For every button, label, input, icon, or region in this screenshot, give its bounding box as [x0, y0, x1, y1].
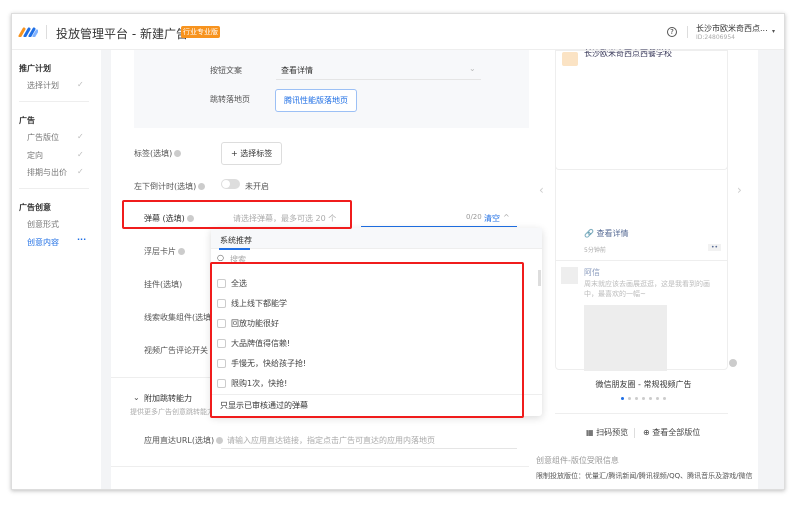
widget-label: 挂件(选填): [144, 280, 183, 289]
app-url-input[interactable]: 请输入应用直达链接，指定点击广告可直达的应用内落地页: [227, 435, 435, 446]
carousel-dot[interactable]: [628, 397, 631, 400]
carousel-dot[interactable]: [642, 397, 645, 400]
edition-badge: 行业专业版: [181, 26, 220, 38]
search-icon: ○: [217, 253, 224, 262]
page-title: 投放管理平台 - 新建广告: [56, 27, 188, 41]
limits-title: 创意组件-版位受限信息: [536, 456, 619, 465]
sidebar-item-creative-content[interactable]: 创意内容: [27, 237, 59, 248]
danmu-count: 0/20: [466, 213, 482, 221]
app-window: 投放管理平台 - 新建广告 行业专业版 ? 长沙市欧米奇西点... ID:248…: [11, 13, 785, 490]
chevron-down-icon: ⌄: [469, 64, 476, 73]
extra-jump-desc: 提供更多广告创意跳转能力: [130, 408, 214, 416]
all-positions-button[interactable]: ⊕ 查看全部版位: [643, 427, 700, 438]
more-icon[interactable]: ···: [77, 235, 86, 244]
friend-text: 中，最喜欢的一幅~: [584, 290, 646, 298]
carousel-dot[interactable]: [649, 397, 652, 400]
carousel-dot[interactable]: [663, 397, 666, 400]
scrollbar[interactable]: [538, 270, 541, 286]
sidebar: 推广计划 选择计划 ✓ 广告 广告版位 ✓ 定向 ✓ 排期与出价 ✓ 广告创意 …: [12, 50, 101, 489]
tab-system-recommend[interactable]: 系统推荐: [220, 235, 252, 246]
extra-jump-title[interactable]: 附加跳转能力: [144, 393, 192, 404]
info-icon: [198, 183, 206, 190]
carousel-dot[interactable]: [656, 397, 659, 400]
sidebar-item-creative-form[interactable]: 创意形式: [27, 219, 59, 230]
friend-image: [584, 305, 667, 371]
carousel-dots: [529, 397, 758, 400]
friend-text: 周末就应该去画展逛逛，这是我看到的画: [584, 280, 710, 288]
lead-label-text: 线索收集组件(选填): [144, 313, 215, 322]
chevron-down-icon[interactable]: ▾: [772, 28, 775, 35]
info-icon: [216, 437, 224, 444]
check-icon: ✓: [77, 150, 84, 159]
info-icon: [178, 248, 185, 255]
check-icon: ✓: [77, 167, 84, 176]
sidebar-item-select-plan[interactable]: 选择计划: [27, 80, 59, 91]
chevron-down-icon[interactable]: ⌄: [133, 393, 140, 402]
countdown-label: 左下倒计时(选填): [134, 181, 206, 192]
countdown-toggle[interactable]: [221, 179, 240, 189]
carousel-dot[interactable]: [635, 397, 638, 400]
button-text-select[interactable]: 查看详情: [281, 65, 313, 76]
chevron-left-icon[interactable]: ‹: [539, 183, 544, 197]
float-card-label: 浮层卡片: [144, 246, 185, 257]
landing-label: 跳转落地页: [210, 95, 250, 104]
app-url-label-text: 应用直达URL(选填): [144, 436, 215, 445]
tag-label-text: 标签(选填): [134, 149, 173, 158]
app-url-label: 应用直达URL(选填): [144, 435, 224, 446]
help-icon[interactable]: [729, 359, 737, 367]
check-icon: ✓: [77, 132, 84, 141]
account-id: ID:24806954: [696, 34, 735, 41]
account-name[interactable]: 长沙市欧米奇西点...: [696, 23, 768, 34]
chevron-up-icon[interactable]: ^: [503, 213, 510, 222]
preview-panel: ‹ › 长沙欧米奇西点西餐学校 🔗 查看详情 5分钟前 •• 阿信 周末就应该去…: [529, 49, 758, 489]
header: 投放管理平台 - 新建广告 行业专业版 ? 长沙市欧米奇西点... ID:248…: [12, 14, 784, 50]
sidebar-item-schedule[interactable]: 排期与出价: [27, 167, 67, 178]
landing-page-button[interactable]: 腾讯性能版落地页: [275, 89, 357, 112]
countdown-label-text: 左下倒计时(选填): [134, 182, 197, 191]
countdown-state: 未开启: [245, 182, 269, 191]
comment-label: 视频广告评论开关: [144, 345, 217, 356]
placement-caption: 微信朋友圈 - 常规视频广告: [595, 380, 692, 389]
post-more-button[interactable]: ••: [708, 244, 722, 251]
friend-name: 阿信: [584, 268, 600, 277]
danmu-clear-button[interactable]: 清空: [484, 213, 500, 224]
tag-label: 标签(选填): [134, 148, 182, 159]
sidebar-group-title: 广告创意: [19, 203, 51, 212]
select-tag-button[interactable]: + 选择标签: [221, 142, 283, 165]
post-time: 5分钟前: [584, 247, 606, 254]
friend-avatar: [561, 267, 578, 284]
help-icon[interactable]: ?: [667, 27, 677, 37]
check-icon: ✓: [77, 80, 84, 89]
moments-card: 5分钟前 •• 阿信 周末就应该去画展逛逛，这是我看到的画 中，最喜欢的一幅~: [555, 50, 728, 371]
button-text-label: 按钮文案: [210, 66, 242, 75]
logo-icon: [18, 27, 38, 37]
carousel-dot[interactable]: [621, 397, 624, 400]
scan-preview-button[interactable]: ▦ 扫码预览: [586, 427, 628, 438]
sidebar-item-targeting[interactable]: 定向: [27, 150, 43, 161]
float-card-label-text: 浮层卡片: [144, 247, 176, 256]
chevron-right-icon[interactable]: ›: [737, 183, 742, 197]
info-icon: [174, 150, 182, 157]
comment-label-text: 视频广告评论开关: [144, 346, 208, 355]
scan-preview-text: 扫码预览: [596, 428, 629, 437]
all-positions-text: 查看全部版位: [652, 428, 701, 437]
sidebar-group-title: 广告: [19, 116, 35, 125]
highlight-box: [122, 200, 352, 229]
limits-text: 限制投放版位：优量汇/腾讯新闻/腾讯视频/QQ、腾讯音乐及游戏/微信: [536, 472, 753, 480]
highlight-box: [210, 262, 524, 418]
sidebar-group-title: 推广计划: [19, 64, 51, 73]
sidebar-item-placement[interactable]: 广告版位: [27, 132, 59, 143]
